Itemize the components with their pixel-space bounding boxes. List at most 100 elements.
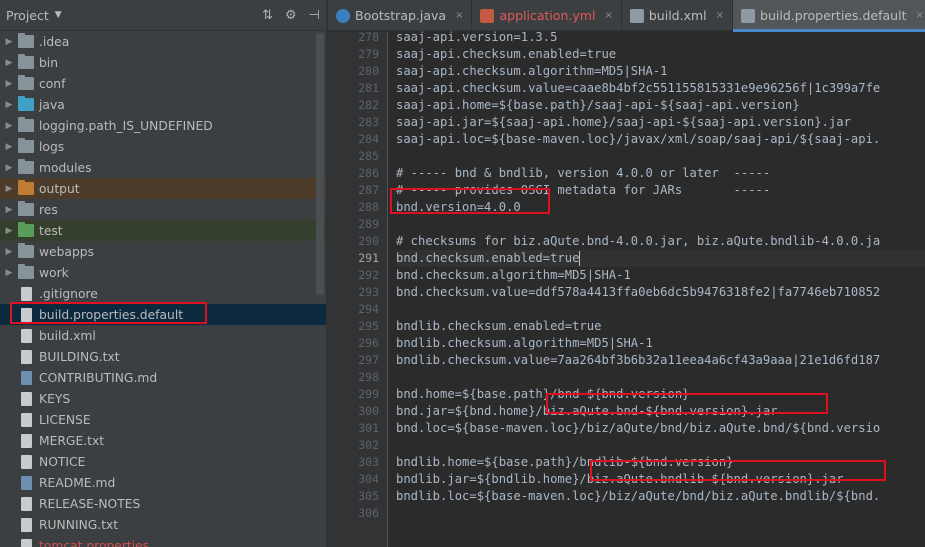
file-icon xyxy=(21,391,32,406)
expand-arrow-icon[interactable]: ▶ xyxy=(0,163,18,173)
code-line[interactable]: bndlib.loc=${base-maven.loc}/biz/aQute/b… xyxy=(396,488,880,505)
expand-arrow-icon[interactable]: ▶ xyxy=(0,100,18,110)
tree-item-res[interactable]: ▶ res xyxy=(0,199,326,220)
code-line[interactable]: bnd.home=${base.path}/bnd-${bnd.version} xyxy=(396,386,690,403)
expand-arrow-icon[interactable]: ▶ xyxy=(0,205,18,215)
code-line[interactable]: bnd.checksum.algorithm=MD5|SHA-1 xyxy=(396,267,631,284)
tree-item-gitignore[interactable]: .gitignore xyxy=(0,283,326,304)
code-line[interactable]: bndlib.checksum.algorithm=MD5|SHA-1 xyxy=(396,335,653,352)
file-icon xyxy=(21,433,32,448)
line-number: 298 xyxy=(358,370,379,384)
tab-build-xml[interactable]: build.xml × xyxy=(622,0,734,31)
tree-item-label: KEYS xyxy=(39,391,71,406)
tab-bootstrap-java[interactable]: Bootstrap.java × xyxy=(328,0,473,31)
code-area[interactable]: 278 279 280 281 282 283 284 285 286 287 288 289 290 2… xyxy=(328,29,925,547)
project-tree: ▶ .idea ▶ bin ▶ conf ▶ java ▶ logging.path_IS_UND… xyxy=(0,31,326,547)
tree-item-merge-txt[interactable]: MERGE.txt xyxy=(0,430,326,451)
code-line[interactable]: bndlib.home=${base.path}/bndlib-${bnd.ve… xyxy=(396,454,734,471)
tree-item-logging-path-is-undefined[interactable]: ▶ logging.path_IS_UNDEFINED xyxy=(0,115,326,136)
tree-item-release-notes[interactable]: RELEASE-NOTES xyxy=(0,493,326,514)
line-number: 295 xyxy=(358,319,379,333)
tree-item-tomcat-properties[interactable]: tomcat.properties xyxy=(0,535,326,547)
code-line[interactable]: bndlib.checksum.enabled=true xyxy=(396,318,601,335)
tree-item-building-txt[interactable]: BUILDING.txt xyxy=(0,346,326,367)
tree-item-java[interactable]: ▶ java xyxy=(0,94,326,115)
tree-item-running-txt[interactable]: RUNNING.txt xyxy=(0,514,326,535)
expand-arrow-icon[interactable]: ▶ xyxy=(0,79,18,89)
expand-arrow-icon[interactable]: ▶ xyxy=(0,142,18,152)
expand-arrow-icon[interactable]: ▶ xyxy=(0,268,18,278)
tree-item-output[interactable]: ▶ output xyxy=(0,178,326,199)
code-line[interactable]: # checksums for biz.aQute.bnd-4.0.0.jar,… xyxy=(396,233,880,250)
tree-item-logs[interactable]: ▶ logs xyxy=(0,136,326,157)
tree-item-build-xml[interactable]: build.xml xyxy=(0,325,326,346)
expand-arrow-icon[interactable]: ▶ xyxy=(0,121,18,131)
line-number: 278 xyxy=(358,30,379,44)
tree-item-label: work xyxy=(39,265,69,280)
chevron-down-icon[interactable]: ▼ xyxy=(55,10,62,20)
close-icon[interactable]: × xyxy=(716,10,724,21)
tree-item-test[interactable]: ▶ test xyxy=(0,220,326,241)
code-line[interactable]: bndlib.checksum.value=7aa264bf3b6b32a11e… xyxy=(396,352,880,369)
expand-arrow-icon[interactable]: ▶ xyxy=(0,184,18,194)
tab-label: build.xml xyxy=(648,8,707,23)
tree-item-license[interactable]: LICENSE xyxy=(0,409,326,430)
folder-icon xyxy=(18,159,34,174)
tree-item-contributing-md[interactable]: CONTRIBUTING.md xyxy=(0,367,326,388)
line-number: 301 xyxy=(358,421,379,435)
folder-icon xyxy=(18,180,34,195)
code-line[interactable]: # ----- provides OSGI metadata for JARs … xyxy=(396,182,770,199)
code-line[interactable]: bndlib.jar=${bndlib.home}/biz.aQute.bndl… xyxy=(396,471,844,488)
code-line[interactable]: saaj-api.jar=${saaj-api.home}/saaj-api-$… xyxy=(396,114,851,131)
expand-arrow-icon[interactable]: ▶ xyxy=(0,37,18,47)
code-line[interactable]: saaj-api.loc=${base-maven.loc}/javax/xml… xyxy=(396,131,880,148)
code-line[interactable]: bnd.version=4.0.0 xyxy=(396,199,521,216)
tree-item-label: java xyxy=(39,97,65,112)
tree-item-label: res xyxy=(39,202,58,217)
code-line[interactable]: bnd.checksum.value=ddf578a4413ffa0eb6dc5… xyxy=(396,284,880,301)
code-line[interactable]: bnd.loc=${base-maven.loc}/biz/aQute/bnd/… xyxy=(396,420,880,437)
expand-arrow-icon[interactable]: ▶ xyxy=(0,58,18,68)
tree-item-conf[interactable]: ▶ conf xyxy=(0,73,326,94)
line-number: 300 xyxy=(358,404,379,418)
tab-application-yml[interactable]: application.yml × xyxy=(472,0,622,31)
line-number: 283 xyxy=(358,115,379,129)
code-line[interactable]: bnd.checksum.enabled=true xyxy=(396,250,925,267)
line-number: 284 xyxy=(358,132,379,146)
line-number: 297 xyxy=(358,353,379,367)
close-icon[interactable]: × xyxy=(604,10,612,21)
code-line[interactable]: saaj-api.checksum.enabled=true xyxy=(396,46,616,63)
folder-icon xyxy=(18,33,34,48)
line-number: 290 xyxy=(358,234,379,248)
close-icon[interactable]: × xyxy=(455,10,463,21)
code-line[interactable]: bnd.jar=${bnd.home}/biz.aQute.bnd-${bnd.… xyxy=(396,403,778,420)
expand-arrow-icon[interactable]: ▶ xyxy=(0,226,18,236)
tree-item-modules[interactable]: ▶ modules xyxy=(0,157,326,178)
code-line[interactable]: saaj-api.home=${base.path}/saaj-api-${sa… xyxy=(396,97,800,114)
tree-item-label: webapps xyxy=(39,244,94,259)
tree-item-idea[interactable]: ▶ .idea xyxy=(0,31,326,52)
tree-item-webapps[interactable]: ▶ webapps xyxy=(0,241,326,262)
gear-icon[interactable]: ⚙ xyxy=(285,8,297,23)
tree-item-work[interactable]: ▶ work xyxy=(0,262,326,283)
tab-label: Bootstrap.java xyxy=(355,8,447,23)
close-icon[interactable]: × xyxy=(915,10,923,21)
code-line[interactable]: saaj-api.version=1.3.5 xyxy=(396,29,557,46)
file-icon xyxy=(21,328,32,343)
tab-build-properties-default[interactable]: build.properties.default × xyxy=(733,0,925,32)
tree-item-bin[interactable]: ▶ bin xyxy=(0,52,326,73)
project-view-selector[interactable]: Project xyxy=(6,8,49,23)
collapse-all-icon[interactable]: ⇅ xyxy=(262,8,273,23)
hide-panel-icon[interactable]: ⊣ xyxy=(309,8,320,23)
tree-item-keys[interactable]: KEYS xyxy=(0,388,326,409)
project-scrollbar[interactable] xyxy=(316,33,324,295)
code-line[interactable]: saaj-api.checksum.algorithm=MD5|SHA-1 xyxy=(396,63,668,80)
tree-item-readme-md[interactable]: README.md xyxy=(0,472,326,493)
tree-item-label: RELEASE-NOTES xyxy=(39,496,141,511)
expand-arrow-icon[interactable]: ▶ xyxy=(0,247,18,257)
markdown-file-icon xyxy=(21,475,32,490)
tree-item-notice[interactable]: NOTICE xyxy=(0,451,326,472)
tree-item-build-properties-default[interactable]: build.properties.default xyxy=(0,304,326,325)
code-line[interactable]: # ----- bnd & bndlib, version 4.0.0 or l… xyxy=(396,165,770,182)
code-line[interactable]: saaj-api.checksum.value=caae8b4bf2c55115… xyxy=(396,80,880,97)
